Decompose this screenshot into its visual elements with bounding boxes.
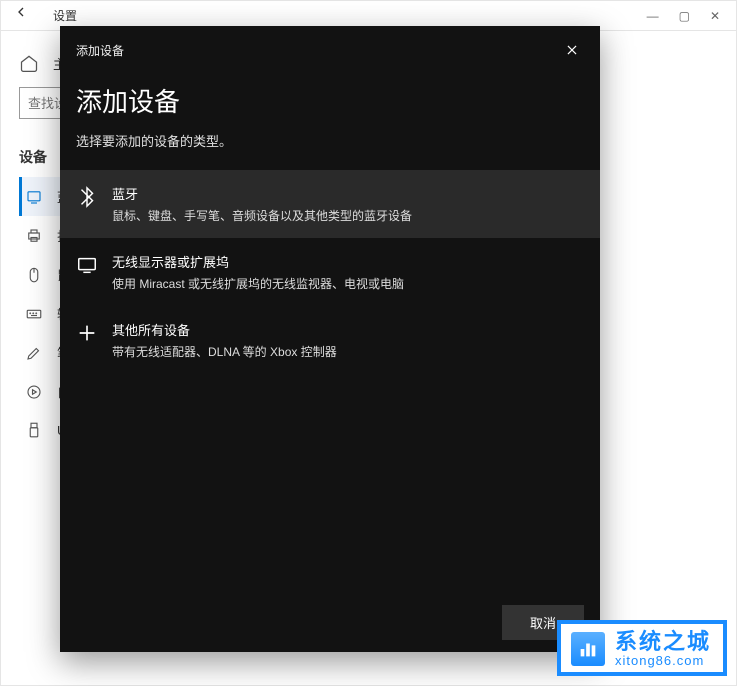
window-controls: — ▢ ✕ bbox=[647, 9, 728, 23]
close-icon bbox=[565, 43, 579, 57]
bluetooth-icon bbox=[25, 188, 43, 206]
bluetooth-icon bbox=[76, 186, 98, 208]
option-text: 蓝牙 鼠标、键盘、手写笔、音频设备以及其他类型的蓝牙设备 bbox=[112, 184, 412, 224]
dialog-title: 添加设备 bbox=[60, 72, 600, 123]
maximize-button[interactable]: ▢ bbox=[679, 9, 690, 23]
option-text: 无线显示器或扩展坞 使用 Miracast 或无线扩展坞的无线监视器、电视或电脑 bbox=[112, 252, 404, 292]
home-icon bbox=[19, 53, 39, 73]
display-icon bbox=[76, 254, 98, 276]
keyboard-icon bbox=[25, 305, 43, 323]
watermark-text: 系统之城 xitong86.com bbox=[615, 630, 711, 668]
back-button[interactable] bbox=[9, 1, 33, 31]
option-title: 无线显示器或扩展坞 bbox=[112, 252, 404, 271]
option-desc: 带有无线适配器、DLNA 等的 Xbox 控制器 bbox=[112, 343, 337, 360]
option-desc: 使用 Miracast 或无线扩展坞的无线监视器、电视或电脑 bbox=[112, 275, 404, 292]
watermark-icon bbox=[571, 632, 605, 666]
option-wireless-display[interactable]: 无线显示器或扩展坞 使用 Miracast 或无线扩展坞的无线监视器、电视或电脑 bbox=[60, 238, 600, 306]
watermark: 系统之城 xitong86.com bbox=[557, 620, 727, 676]
printer-icon bbox=[25, 227, 43, 245]
close-dialog-button[interactable] bbox=[558, 36, 586, 64]
option-title: 蓝牙 bbox=[112, 184, 412, 203]
plus-icon bbox=[76, 322, 98, 344]
dialog-header: 添加设备 bbox=[60, 26, 600, 72]
dialog-subtitle: 选择要添加的设备的类型。 bbox=[60, 123, 600, 170]
option-title: 其他所有设备 bbox=[112, 320, 337, 339]
option-bluetooth[interactable]: 蓝牙 鼠标、键盘、手写笔、音频设备以及其他类型的蓝牙设备 bbox=[60, 170, 600, 238]
add-device-dialog: 添加设备 添加设备 选择要添加的设备的类型。 蓝牙 鼠标、键盘、手写笔、音频设备… bbox=[60, 26, 600, 652]
watermark-domain: xitong86.com bbox=[615, 654, 711, 668]
dialog-footer: 取消 bbox=[60, 593, 600, 652]
minimize-button[interactable]: — bbox=[647, 9, 659, 23]
option-desc: 鼠标、键盘、手写笔、音频设备以及其他类型的蓝牙设备 bbox=[112, 207, 412, 224]
dialog-small-title: 添加设备 bbox=[76, 42, 124, 59]
window-title: 设置 bbox=[33, 7, 647, 24]
close-window-button[interactable]: ✕ bbox=[710, 9, 720, 23]
option-text: 其他所有设备 带有无线适配器、DLNA 等的 Xbox 控制器 bbox=[112, 320, 337, 360]
autoplay-icon bbox=[25, 383, 43, 401]
watermark-name: 系统之城 bbox=[615, 630, 711, 654]
mouse-icon bbox=[25, 266, 43, 284]
pen-icon bbox=[25, 344, 43, 362]
option-other-devices[interactable]: 其他所有设备 带有无线适配器、DLNA 等的 Xbox 控制器 bbox=[60, 306, 600, 374]
usb-icon bbox=[25, 421, 43, 439]
